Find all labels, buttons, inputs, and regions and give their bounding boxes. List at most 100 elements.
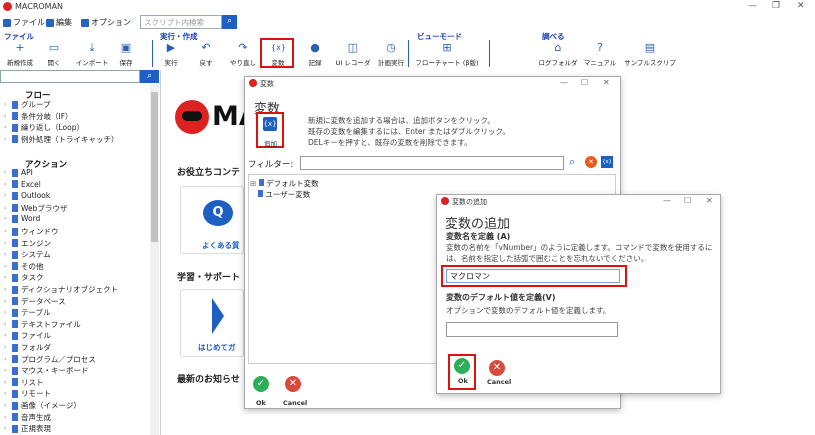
clear-filter-icon[interactable]: ✕ [585,156,597,168]
minimize-icon[interactable]: — [748,1,757,11]
expand-arrow-icon[interactable]: › [4,205,9,212]
expand-arrow-icon[interactable]: › [4,113,9,120]
variable-name-input[interactable]: マクロマン [446,269,620,283]
news-heading: 最新のお知らせ [177,375,240,385]
expand-arrow-icon[interactable]: › [4,240,9,247]
default-value-input[interactable] [446,322,618,337]
expand-arrow-icon[interactable]: › [4,181,9,188]
action-item[interactable]: › プログラム／プロセス [4,354,96,365]
expand-arrow-icon[interactable]: › [4,390,9,397]
action-item[interactable]: › マウス・キーボード [4,365,89,376]
menu-file[interactable]: ファイル [3,17,45,28]
close-icon[interactable]: ✕ [797,1,805,11]
expand-arrow-icon[interactable]: › [4,298,9,305]
flow-item[interactable]: › 例外処理（トライキャッチ） [4,134,119,145]
add-dialog-close-icon[interactable]: ✕ [706,196,713,205]
menu-edit[interactable]: 編集 [46,17,72,28]
variable-dialog-close-icon[interactable]: ✕ [603,78,610,87]
filter-search-icon[interactable]: ⌕ [569,155,575,169]
expand-arrow-icon[interactable]: › [4,251,9,258]
new-button[interactable]: + 新規作成 [5,41,35,67]
action-item[interactable]: › その他 [4,261,44,272]
action-item[interactable]: › リスト [4,377,44,388]
action-item[interactable]: › エンジン [4,238,51,249]
action-item[interactable]: › ファイル [4,330,51,341]
tree-item-user[interactable]: ユーザー変数 [258,189,310,200]
brand-logo-eyes [182,111,202,121]
save-button[interactable]: ▣ 保存 [111,41,141,67]
expand-arrow-icon[interactable]: › [4,402,9,409]
action-item[interactable]: › Excel [4,180,41,189]
action-item[interactable]: › テキストファイル [4,319,81,330]
add-variable-icon: {x} [263,117,277,131]
search-icon[interactable]: ⌕ [222,15,237,29]
expand-arrow-icon[interactable]: › [4,309,9,316]
open-button[interactable]: ▭ 開く [39,41,69,67]
filter-input[interactable] [300,156,564,170]
tree-item-default[interactable]: ⊞ デフォルト変数 [250,178,319,189]
expand-arrow-icon[interactable]: › [4,169,9,176]
flow-item[interactable]: › 条件分岐（IF） [4,111,73,122]
expand-arrow-icon[interactable]: › [4,192,9,199]
sidebar-search-input[interactable] [0,70,140,83]
schedule-button[interactable]: ◷ 計画実行 [374,41,408,67]
expand-arrow-icon[interactable]: › [4,124,9,131]
action-item[interactable]: › ウィンドウ [4,226,59,237]
variable-cancel-icon[interactable]: ✕ [285,376,301,392]
run-button[interactable]: ▶ 実行 [156,41,186,67]
flow-item[interactable]: › 繰り返し（Loop） [4,122,84,133]
variable-help-2: 既存の変数を編集するには、Enter またはダブルクリック。 [308,127,510,136]
action-item[interactable]: › テーブル [4,307,51,318]
menu-options[interactable]: オプション [81,17,131,28]
action-item[interactable]: › Webブラウザ [4,203,67,214]
variable-dialog-minimize-icon[interactable]: — [560,78,568,87]
flow-item[interactable]: › グループ [4,99,51,110]
expand-arrow-icon[interactable]: › [4,215,9,222]
action-item[interactable]: › 画像（イメージ） [4,400,81,411]
expand-arrow-icon[interactable]: › [4,344,9,351]
action-item[interactable]: › 正規表現 [4,423,51,434]
expand-arrow-icon[interactable]: › [4,367,9,374]
action-item[interactable]: › データベース [4,296,66,307]
flowchart-button[interactable]: ⊞ フローチャート (β版) [415,41,479,67]
expand-arrow-icon[interactable]: › [4,414,9,421]
expand-arrow-icon[interactable]: › [4,332,9,339]
action-item[interactable]: › Word [4,214,40,223]
action-item[interactable]: › リモート [4,388,51,399]
record-button[interactable]: ● 記録 [300,41,330,67]
expand-arrow-icon[interactable]: › [4,379,9,386]
action-item[interactable]: › Outlook [4,191,50,200]
maximize-icon[interactable]: ❐ [772,1,780,11]
book-icon [12,378,18,387]
action-item[interactable]: › フォルダ [4,342,51,353]
action-item[interactable]: › API [4,168,33,177]
sidebar-scroll-thumb[interactable] [151,92,158,242]
expand-arrow-icon[interactable]: › [4,263,9,270]
import-button[interactable]: ⤓ インポート [73,41,111,67]
redo-button[interactable]: ↷ やり直し [228,41,258,67]
expand-arrow-icon[interactable]: › [4,274,9,281]
expand-arrow-icon[interactable]: › [4,228,9,235]
undo-button[interactable]: ↶ 戻す [191,41,221,67]
expand-arrow-icon[interactable]: › [4,136,9,143]
variable-ok-icon[interactable]: ✓ [253,376,269,392]
action-item[interactable]: › システム [4,249,51,260]
expand-arrow-icon[interactable]: › [4,425,9,432]
add-dialog-minimize-icon[interactable]: — [663,196,671,205]
add-dialog-maximize-icon[interactable]: ☐ [684,196,691,205]
action-item[interactable]: › 音声生成 [4,412,51,423]
expand-arrow-icon[interactable]: › [4,321,9,328]
expand-arrow-icon[interactable]: › [4,101,9,108]
expand-arrow-icon[interactable]: › [4,356,9,363]
expand-icon[interactable]: ⊞ [250,179,256,188]
action-item[interactable]: › ディクショナリオブジェクト [4,284,118,295]
variable-type-icon[interactable]: {x} [601,156,613,168]
log-folder-button[interactable]: ⌂ ログフォルダ [538,41,578,67]
add-cancel-icon[interactable]: ✕ [489,360,505,376]
expand-arrow-icon[interactable]: › [4,286,9,293]
sidebar-search-icon[interactable]: ⌕ [140,70,159,83]
script-search-input[interactable]: スクリプト内検索 [140,15,222,29]
variable-dialog-maximize-icon[interactable]: ☐ [581,78,588,87]
manual-button[interactable]: ? マニュアル [582,41,618,67]
action-item[interactable]: › タスク [4,272,44,283]
